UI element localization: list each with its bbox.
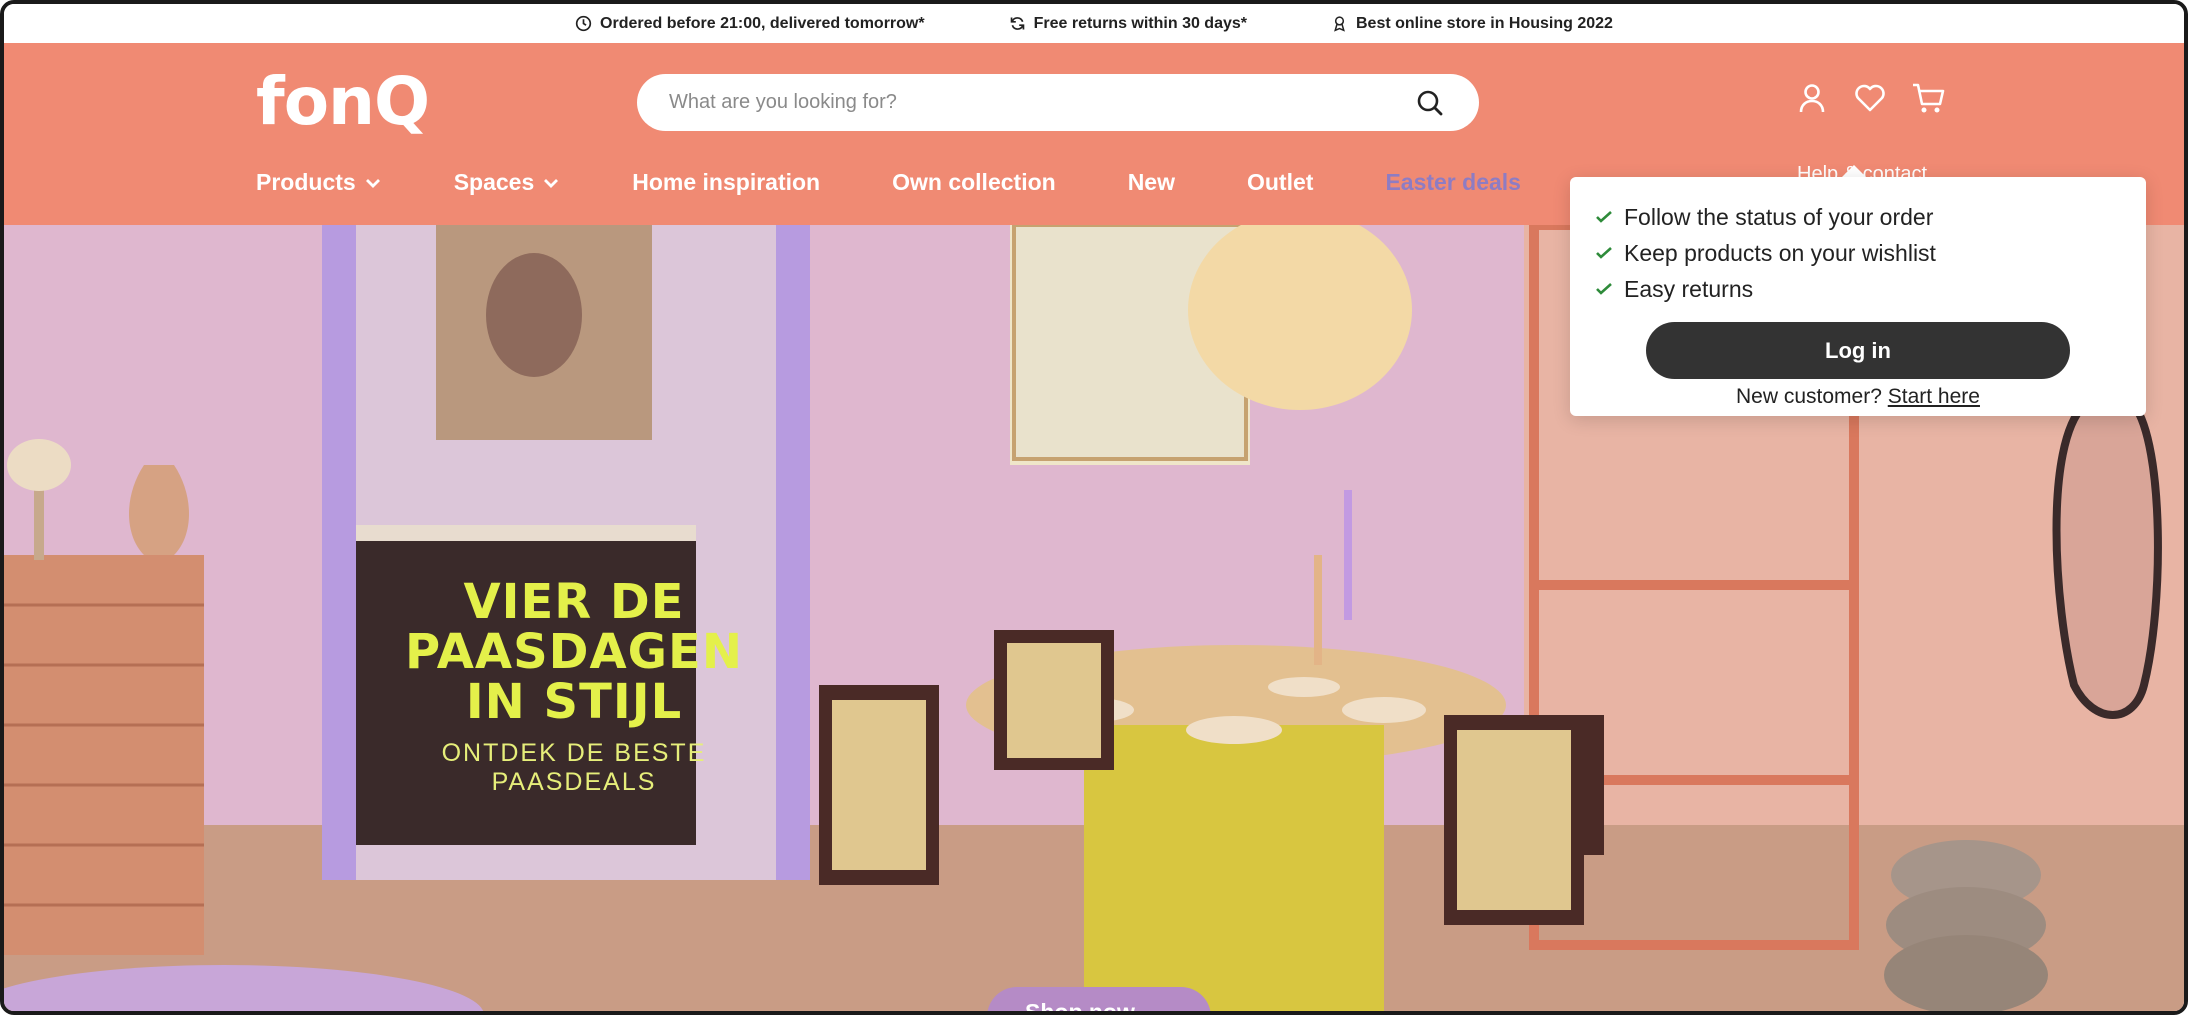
nav-outlet[interactable]: Outlet xyxy=(1247,169,1313,196)
clock-icon xyxy=(575,15,592,32)
cart-button[interactable] xyxy=(1908,78,1948,118)
benefit-item: Follow the status of your order xyxy=(1594,199,2122,235)
usp-award: Best online store in Housing 2022 xyxy=(1331,15,1613,33)
main-nav: Products Spaces Home inspiration Own col… xyxy=(256,169,1521,196)
check-icon xyxy=(1596,283,1612,295)
header-icons xyxy=(1792,78,1948,118)
benefit-label: Keep products on your wishlist xyxy=(1624,239,1936,266)
account-button[interactable] xyxy=(1792,78,1832,118)
check-icon xyxy=(1596,247,1612,259)
wishlist-button[interactable] xyxy=(1850,78,1890,118)
refresh-icon xyxy=(1010,17,1024,30)
start-here-link[interactable]: Start here xyxy=(1888,385,1980,408)
account-icon xyxy=(1799,84,1825,113)
search-input[interactable] xyxy=(669,91,1413,114)
search-button[interactable] xyxy=(1413,86,1447,120)
nav-spaces[interactable]: Spaces xyxy=(454,169,561,196)
usp-delivery: Ordered before 21:00, delivered tomorrow… xyxy=(575,15,925,33)
chevron-down-icon xyxy=(365,178,380,188)
new-customer-text: New customer? xyxy=(1736,385,1882,408)
login-popup: Follow the status of your order Keep pro… xyxy=(1570,177,2146,416)
login-button[interactable]: Log in xyxy=(1646,322,2070,379)
usp-returns: Free returns within 30 days* xyxy=(1009,15,1247,33)
nav-own-collection[interactable]: Own collection xyxy=(892,169,1056,196)
benefit-label: Follow the status of your order xyxy=(1624,203,1934,230)
nav-spaces-label: Spaces xyxy=(453,169,535,195)
heart-icon xyxy=(1855,84,1885,112)
benefit-item: Easy returns xyxy=(1594,271,2122,307)
hero-title: VIER DE PAASDAGEN IN STIJL xyxy=(405,574,743,730)
nav-products[interactable]: Products xyxy=(256,169,382,196)
award-icon xyxy=(1334,16,1345,32)
hero-subtitle: ONTDEK DE BESTE PAASDEALS xyxy=(441,739,707,796)
search-bar xyxy=(637,74,1479,131)
benefit-label: Easy returns xyxy=(1624,275,1754,302)
search-icon xyxy=(1417,90,1443,115)
chevron-down-icon xyxy=(544,178,559,188)
usp-returns-text: Free returns within 30 days* xyxy=(1033,14,1247,32)
new-customer-row: New customer? Start here xyxy=(1594,385,2122,409)
cart-icon xyxy=(1913,83,1945,113)
nav-new[interactable]: New xyxy=(1128,169,1175,196)
shop-now-button[interactable]: Shop now → xyxy=(987,987,1211,1011)
hero-text: VIER DE PAASDAGEN IN STIJL ONTDEK DE BES… xyxy=(389,577,759,797)
usp-delivery-text: Ordered before 21:00, delivered tomorrow… xyxy=(600,14,925,32)
nav-easter-deals[interactable]: Easter deals xyxy=(1385,169,1521,196)
nav-products-label: Products xyxy=(256,169,356,195)
check-icon xyxy=(1596,211,1612,223)
usp-bar: Ordered before 21:00, delivered tomorrow… xyxy=(4,4,2184,43)
usp-award-text: Best online store in Housing 2022 xyxy=(1356,14,1613,32)
nav-home-inspiration[interactable]: Home inspiration xyxy=(632,169,820,196)
browser-frame: Ordered before 21:00, delivered tomorrow… xyxy=(0,0,2188,1015)
benefit-item: Keep products on your wishlist xyxy=(1594,235,2122,271)
fonq-logo[interactable]: fonQ xyxy=(256,69,430,135)
